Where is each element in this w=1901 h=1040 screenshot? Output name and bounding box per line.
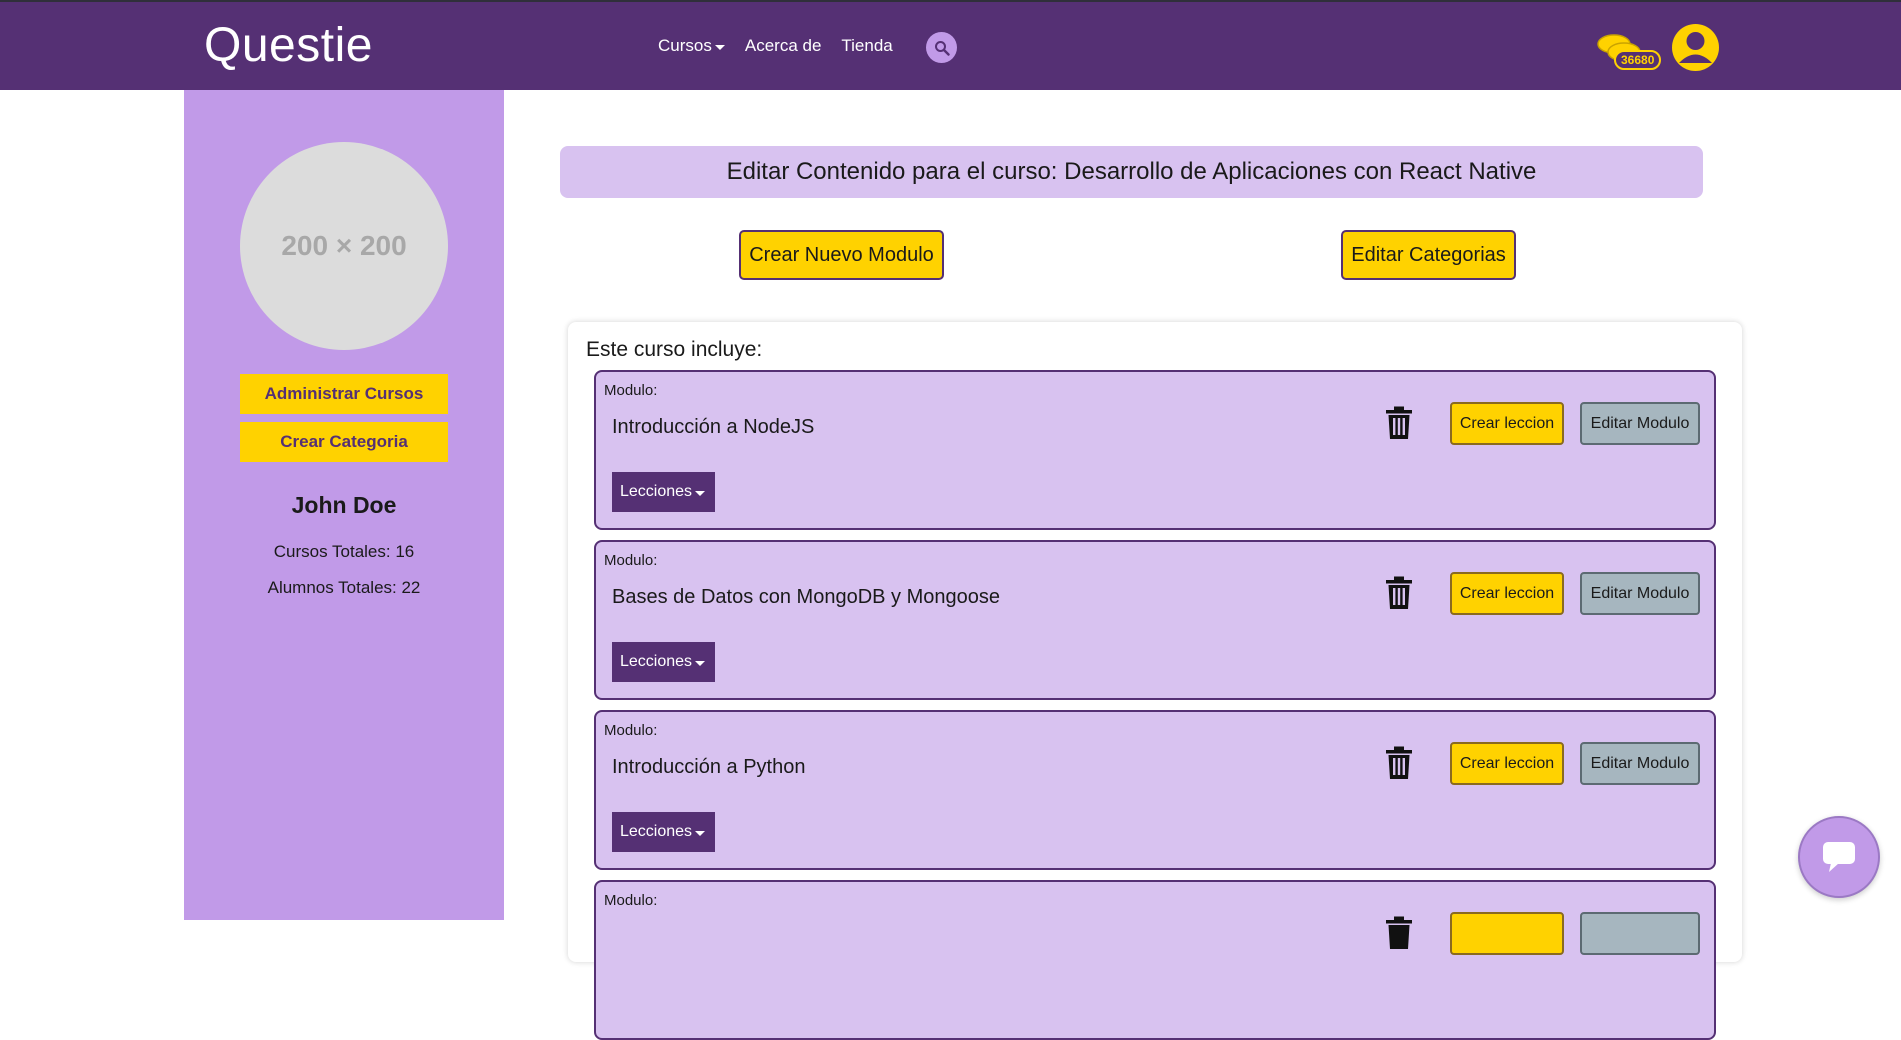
crear-nuevo-modulo-button[interactable]: Crear Nuevo Modulo [739, 230, 944, 280]
trash-icon[interactable] [1384, 746, 1414, 780]
caret-down-icon [695, 490, 706, 496]
course-contents-card: Este curso incluye: Modulo: Introducción… [568, 322, 1742, 1040]
module-card: Modulo: Introducción a NodeJS Crear lecc… [594, 370, 1716, 530]
brand-logo[interactable]: Questie [204, 18, 373, 73]
user-avatar-button[interactable] [1672, 24, 1719, 71]
module-title: Introducción a Python [612, 756, 806, 778]
module-card: Modulo: Bases de Datos con MongoDB y Mon… [594, 540, 1716, 700]
module-card: Modulo: Introducción a Python Crear lecc… [594, 710, 1716, 870]
module-label: Modulo: [604, 892, 658, 909]
alumnos-totales: Alumnos Totales: 22 [267, 578, 421, 597]
user-avatar-icon [1679, 32, 1712, 63]
caret-down-icon [695, 660, 706, 666]
module-card: Modulo: [594, 880, 1716, 1040]
nav-acerca-de[interactable]: Acerca de [745, 36, 822, 56]
lecciones-label: Lecciones [620, 823, 693, 840]
administrar-cursos-button[interactable]: Administrar Cursos [240, 374, 448, 414]
module-label: Modulo: [604, 552, 658, 569]
trash-icon[interactable] [1384, 916, 1414, 950]
lecciones-dropdown[interactable]: Lecciones [612, 642, 716, 682]
lecciones-label: Lecciones [620, 483, 693, 500]
editar-categorias-button[interactable]: Editar Categorias [1341, 230, 1516, 280]
crear-leccion-button[interactable]: Crear leccion [1450, 402, 1564, 445]
trash-icon[interactable] [1384, 576, 1414, 610]
caret-down-icon [695, 830, 706, 836]
editar-modulo-button[interactable]: Editar Modulo [1580, 402, 1700, 445]
crear-leccion-button[interactable] [1450, 912, 1564, 955]
cursos-totales: Cursos Totales: 16 [273, 542, 415, 561]
search-icon [934, 40, 950, 56]
lecciones-dropdown[interactable]: Lecciones [612, 812, 716, 852]
module-title: Introducción a NodeJS [612, 416, 815, 438]
module-label: Modulo: [604, 722, 658, 739]
sidebar: 200 × 200 Administrar Cursos Crear Categ… [184, 90, 504, 920]
editar-modulo-button[interactable]: Editar Modulo [1580, 572, 1700, 615]
chat-icon [1823, 842, 1855, 872]
profile-image-placeholder: 200 × 200 [240, 142, 448, 350]
coins-balance[interactable]: 36680 [1594, 30, 1662, 78]
lecciones-dropdown[interactable]: Lecciones [612, 472, 716, 512]
crear-leccion-button[interactable]: Crear leccion [1450, 572, 1564, 615]
crear-leccion-button[interactable]: Crear leccion [1450, 742, 1564, 785]
nav-tienda[interactable]: Tienda [841, 36, 892, 56]
editar-modulo-button[interactable] [1580, 912, 1700, 955]
crear-categoria-button[interactable]: Crear Categoria [240, 422, 448, 462]
chat-button[interactable] [1798, 816, 1880, 898]
main-nav: Cursos Acerca de Tienda [658, 36, 893, 56]
includes-heading: Este curso incluye: [586, 338, 763, 361]
caret-down-icon [714, 44, 725, 50]
nav-cursos-dropdown[interactable]: Cursos [658, 36, 725, 56]
module-title: Bases de Datos con MongoDB y Mongoose [612, 586, 1000, 608]
trash-icon[interactable] [1384, 406, 1414, 440]
coins-count: 36680 [1614, 50, 1662, 70]
user-name: John Doe [291, 492, 397, 518]
page-title: Editar Contenido para el curso: Desarrol… [560, 146, 1703, 198]
search-button[interactable] [926, 32, 957, 63]
top-navbar: Questie Cursos Acerca de Tienda 36680 [0, 0, 1901, 90]
editar-modulo-button[interactable]: Editar Modulo [1580, 742, 1700, 785]
lecciones-label: Lecciones [620, 653, 693, 670]
nav-cursos-label: Cursos [658, 36, 712, 55]
module-label: Modulo: [604, 382, 658, 399]
